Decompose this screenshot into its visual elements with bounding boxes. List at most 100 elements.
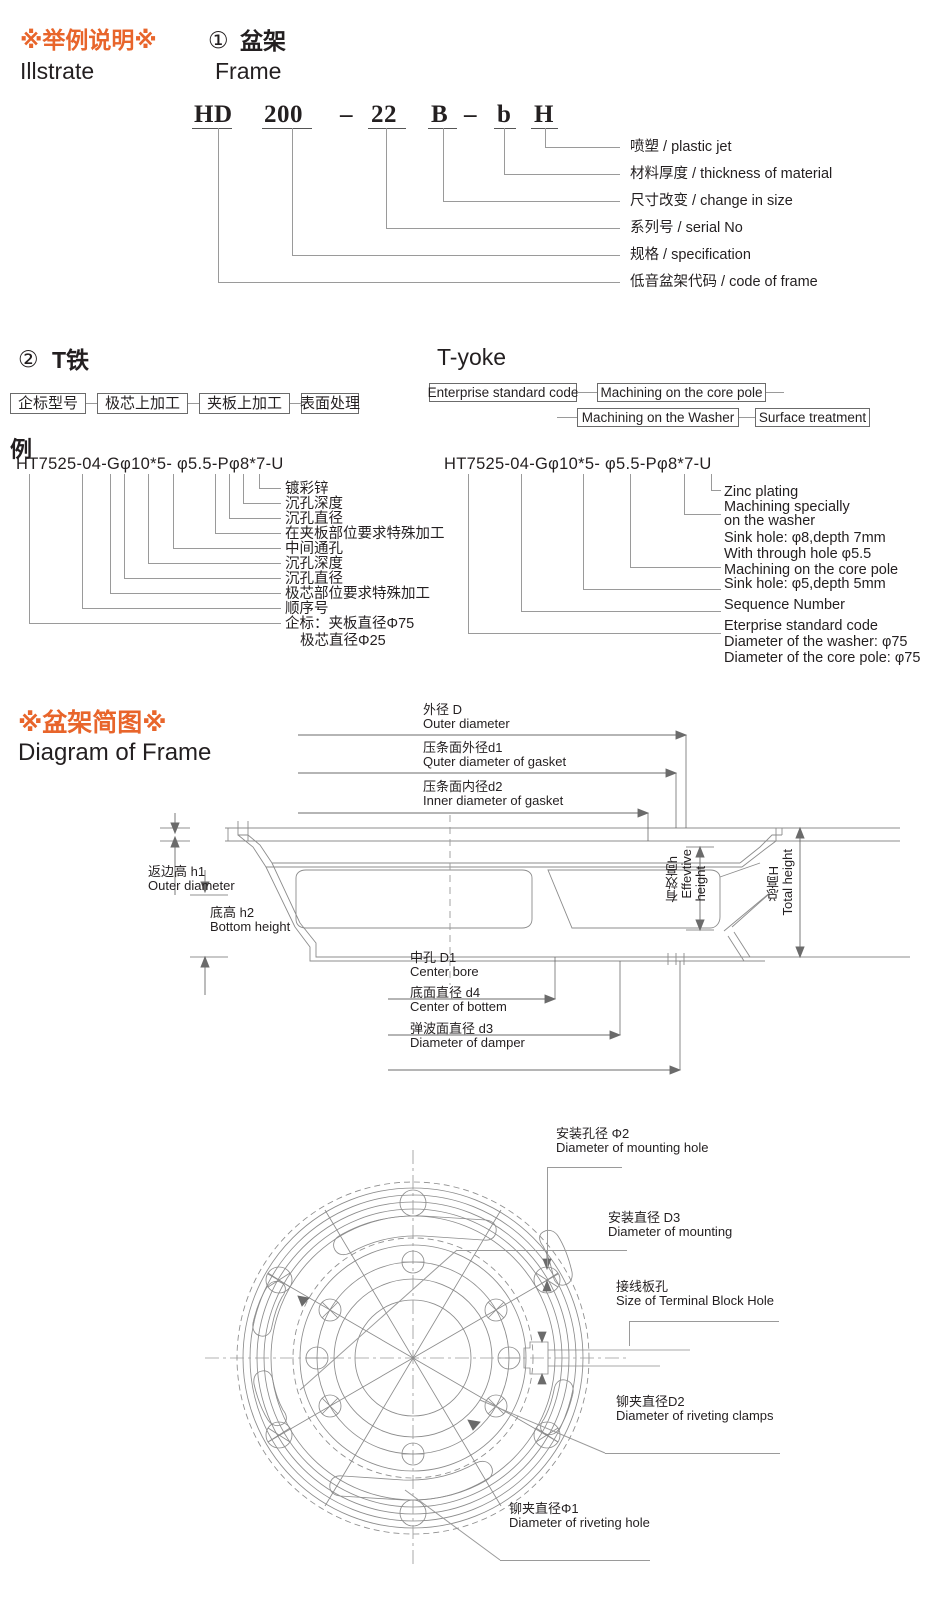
plan-label-riveting-clamps-en: Diameter of riveting clamps	[616, 1408, 774, 1423]
frame-item-number: ①	[208, 27, 229, 53]
leader-h-thickness	[504, 174, 620, 175]
plan-leader-h-mounting-hole	[547, 1167, 622, 1168]
code-part-22: 22	[371, 101, 397, 128]
tr-v-6	[468, 474, 469, 633]
frame-label-d1bore-en: Center bore	[410, 964, 479, 979]
frame-cross-section-drawing	[160, 730, 910, 1075]
box-connector-cn-1	[86, 403, 97, 404]
technical-spec-sheet: ※举例说明※ Illstrate ① 盆架 Frame HD 200 – 22 …	[0, 0, 930, 1599]
tl-v-4	[215, 474, 216, 533]
tl-v-8	[110, 474, 111, 593]
tyoke-code-cn: HT7525-04-Gφ10*5- φ5.5-Pφ8*7-U	[16, 455, 284, 473]
plan-label-mounting-dia-en: Diameter of mounting	[608, 1224, 733, 1239]
leader-v-code-frame	[218, 128, 219, 282]
frame-label-d2-en: Inner diameter of gasket	[423, 793, 564, 808]
tl-v-9	[82, 474, 83, 608]
box-connector-en-1	[577, 392, 597, 393]
tyoke-code-en: HT7525-04-Gφ10*5- φ5.5-Pφ8*7-U	[444, 455, 712, 473]
plan-label-mounting-hole-en: Diameter of mounting hole	[556, 1140, 709, 1155]
frame-label-outer-diameter-en: Outer diameter	[423, 716, 510, 731]
illustrate-title-cn: ※举例说明※	[20, 27, 157, 53]
tl-h-2	[243, 503, 281, 504]
box-cn-surface-treatment: 表面处理	[300, 393, 361, 414]
leader-v-change-size	[443, 128, 444, 201]
code-part-hd: HD	[194, 101, 233, 128]
legend-serial-no: 系列号 / serial No	[630, 220, 743, 236]
tl-v-1	[259, 474, 260, 488]
tyoke-en-legend-2: on the washer	[724, 513, 816, 529]
frame-label-effective-height-en2: height	[693, 866, 708, 902]
tl-v-7	[124, 474, 125, 578]
leader-v-serial-no	[386, 128, 387, 228]
tl-h-9	[82, 608, 281, 609]
plan-label-terminal-en: Size of Terminal Block Hole	[616, 1293, 774, 1308]
tl-h-3	[229, 518, 281, 519]
tl-v-5	[173, 474, 174, 548]
code-part-h: H	[534, 101, 554, 128]
tyoke-cn-legend-9: 企标：夹板直径Φ75	[285, 616, 415, 632]
box-connector-en-3	[557, 417, 577, 418]
tyoke-title-cn: T铁	[52, 347, 90, 373]
tyoke-title-en: T-yoke	[437, 344, 507, 370]
code-part-200: 200	[264, 101, 303, 128]
box-cn-enterprise-code: 企标型号	[10, 393, 86, 414]
box-en-enterprise-code: Enterprise standard code	[428, 383, 578, 402]
frame-label-total-height-en: Total height	[780, 849, 795, 916]
code-part-b-upper: B	[431, 101, 449, 128]
tr-h-3	[630, 567, 721, 568]
plan-leader-h-riveting-clamps	[605, 1453, 780, 1454]
tyoke-en-legend-10: Diameter of the core pole: φ75	[724, 650, 921, 666]
leader-v-plastic-jet	[545, 128, 546, 147]
frame-label-h2-en: Bottom height	[210, 919, 291, 934]
code-underline-b-lower	[494, 128, 516, 129]
tr-v-2	[684, 474, 685, 514]
leader-h-serial-no	[386, 228, 620, 229]
illustrate-title-en: Illstrate	[20, 58, 95, 84]
box-connector-cn-2	[188, 403, 199, 404]
tr-h-5	[521, 611, 721, 612]
leader-h-specification	[292, 255, 620, 256]
frame-title-en: Frame	[215, 58, 282, 84]
plan-leader-h-terminal	[629, 1321, 779, 1322]
code-underline-hd	[192, 128, 232, 129]
tl-h-8	[110, 593, 281, 594]
box-connector-en-2	[766, 392, 784, 393]
plan-leader-h-mounting-dia	[457, 1250, 627, 1251]
code-underline-200	[262, 128, 312, 129]
leader-v-specification	[292, 128, 293, 255]
frame-label-d4-en: Center of bottem	[410, 999, 507, 1014]
frame-label-h1-en: Outer diameter	[148, 878, 235, 893]
tyoke-en-legend-6: Sink hole: φ5,depth 5mm	[724, 576, 886, 592]
code-part-dash2: –	[464, 101, 477, 128]
tl-h-7	[124, 578, 281, 579]
plan-leader-v-mounting-hole	[547, 1167, 548, 1267]
code-part-dash1: –	[340, 101, 353, 128]
frame-label-d3-en: Diameter of damper	[410, 1035, 525, 1050]
tyoke-item-number: ②	[18, 346, 39, 372]
tr-h-6	[468, 633, 721, 634]
tl-h-5	[173, 548, 281, 549]
tr-h-4	[583, 589, 721, 590]
leader-h-change-size	[443, 201, 620, 202]
box-connector-en-4	[739, 417, 755, 418]
box-en-washer: Machining on the Washer	[577, 408, 739, 427]
tl-v-10	[29, 474, 30, 623]
tyoke-en-legend-7: Sequence Number	[724, 597, 845, 613]
plan-label-riveting-hole-en: Diameter of riveting hole	[509, 1515, 650, 1530]
box-cn-washer: 夹板上加工	[199, 393, 290, 414]
legend-plastic-jet: 喷塑 / plastic jet	[630, 139, 732, 155]
tr-v-3	[630, 474, 631, 567]
tr-v-1	[711, 474, 712, 490]
plan-leader-h-riveting-hole	[500, 1560, 650, 1561]
tl-h-1	[259, 488, 281, 489]
tl-v-2	[243, 474, 244, 503]
tr-h-1	[711, 490, 721, 491]
tl-v-3	[229, 474, 230, 518]
tr-h-2	[684, 514, 721, 515]
code-underline-22	[368, 128, 406, 129]
box-en-core-pole: Machining on the core pole	[597, 383, 766, 402]
leader-h-plastic-jet	[545, 147, 620, 148]
tr-v-5	[521, 474, 522, 611]
legend-specification: 规格 / specification	[630, 247, 751, 263]
legend-change-size: 尺寸改变 / change in size	[630, 193, 793, 209]
